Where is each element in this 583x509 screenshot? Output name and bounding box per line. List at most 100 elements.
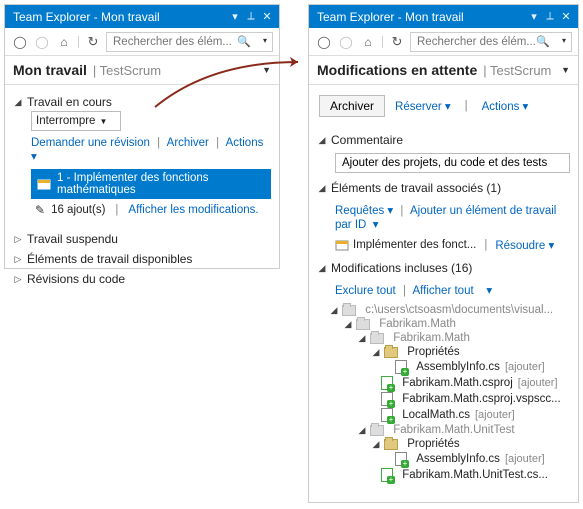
workitem-selected[interactable]: 1 - Implémenter des fonctions mathématiq… — [31, 169, 271, 199]
expand-icon — [317, 183, 327, 194]
page-header: Modifications en attente | TestScrum ▼ — [309, 56, 578, 85]
queries-link[interactable]: Requêtes ▾ — [335, 205, 393, 217]
section-head-included[interactable]: Modifications incluses (16) — [317, 259, 570, 277]
search-dropdown-icon[interactable]: ▾ — [562, 36, 566, 45]
page-title: Mon travail — [13, 62, 87, 78]
titlebar: Team Explorer - Mon travail ▾ ⟂ ✕ — [309, 5, 578, 28]
file-icon: + — [381, 392, 393, 406]
section-coderev[interactable]: Révisions du code — [11, 269, 273, 289]
home-icon[interactable]: ⌂ — [55, 33, 73, 51]
edit-icon: ✎ — [35, 203, 45, 217]
home-icon[interactable]: ⌂ — [359, 33, 377, 51]
tree-node[interactable]: Propriétés — [329, 437, 570, 451]
titlebar-text: Team Explorer - Mon travail — [313, 10, 526, 24]
reserve-link[interactable]: Réserver ▾ — [395, 99, 451, 113]
close-icon[interactable]: ✕ — [259, 10, 275, 23]
edits-row: ✎ 16 ajout(s) | Afficher les modificatio… — [31, 203, 271, 217]
left-pane: Team Explorer - Mon travail ▾ ⟂ ✕ ◯ ◯ ⌂ … — [4, 4, 280, 269]
search-wrap: 🔍 ▾ — [106, 32, 273, 52]
folder-icon — [384, 347, 398, 358]
search-icon[interactable]: 🔍 — [237, 35, 251, 48]
tree-node[interactable]: Fabrikam.Math.UnitTest — [329, 423, 570, 437]
section-available[interactable]: Éléments de travail disponibles — [11, 249, 273, 269]
section-title: Travail en cours — [27, 95, 112, 109]
header-caret-icon[interactable]: ▼ — [262, 65, 271, 75]
add-badge-icon: + — [401, 368, 409, 376]
refresh-icon[interactable]: ↻ — [84, 33, 102, 51]
csproj-file-icon: + — [381, 376, 393, 390]
page-subtitle: | TestScrum — [93, 63, 262, 78]
resolve-link[interactable]: Résoudre ▾ — [495, 238, 554, 252]
expand-icon — [343, 319, 353, 330]
archive-button[interactable]: Archiver — [319, 95, 385, 117]
exclude-all-link[interactable]: Exclure tout — [335, 285, 396, 297]
close-icon[interactable]: ✕ — [558, 10, 574, 23]
section-head-inprogress[interactable]: Travail en cours — [13, 93, 271, 111]
file-item[interactable]: + AssemblyInfo.cs[ajouter] — [329, 451, 570, 467]
section-inprogress: Travail en cours Interrompre ▼ Demander … — [11, 89, 273, 219]
add-badge-icon: + — [387, 476, 395, 484]
tree-root[interactable]: c:\users\ctsoasm\documents\visual... — [329, 303, 570, 317]
tree-node[interactable]: Fabrikam.Math — [329, 331, 570, 345]
dropdown-icon[interactable]: ▾ — [526, 10, 542, 23]
search-icon[interactable]: 🔍 — [536, 35, 550, 48]
workitem-icon — [335, 238, 349, 252]
expand-icon — [357, 425, 367, 436]
add-badge-icon: + — [387, 384, 395, 392]
titlebar-text: Team Explorer - Mon travail — [9, 10, 227, 24]
section-suspended[interactable]: Travail suspendu — [11, 229, 273, 249]
interrupt-dropdown[interactable]: Interrompre ▼ — [31, 111, 121, 131]
chevron-down-icon: ▼ — [99, 117, 107, 126]
workitem-label[interactable]: Implémenter des fonct... — [353, 239, 476, 251]
expand-icon — [13, 274, 23, 285]
show-all-link[interactable]: Afficher tout ▾ — [413, 285, 493, 297]
file-item[interactable]: + Fabrikam.Math.csproj[ajouter] — [329, 375, 570, 391]
add-badge-icon: + — [387, 400, 395, 408]
file-item[interactable]: + Fabrikam.Math.csproj.vspscc... — [329, 391, 570, 407]
expand-icon — [371, 439, 381, 450]
dropdown-label: Interrompre — [36, 115, 95, 127]
csharp-file-icon: + — [395, 360, 407, 374]
pin-icon[interactable]: ⟂ — [243, 10, 259, 23]
csharp-file-icon: + — [381, 408, 393, 422]
search-dropdown-icon[interactable]: ▾ — [263, 36, 267, 45]
archive-link[interactable]: Archiver — [167, 137, 209, 149]
tree-node[interactable]: Fabrikam.Math — [329, 317, 570, 331]
page-title: Modifications en attente — [317, 62, 477, 78]
search-wrap: 🔍 ▾ — [410, 32, 572, 52]
refresh-icon[interactable]: ↻ — [388, 33, 406, 51]
dropdown-icon[interactable]: ▾ — [227, 10, 243, 23]
folder-icon — [370, 425, 384, 436]
expand-icon — [371, 347, 381, 358]
workitem-icon — [37, 177, 51, 191]
header-caret-icon[interactable]: ▼ — [561, 65, 570, 75]
back-icon[interactable]: ◯ — [11, 33, 29, 51]
csharp-file-icon: + — [395, 452, 407, 466]
forward-icon[interactable]: ◯ — [337, 33, 355, 51]
expand-icon — [317, 263, 327, 274]
back-icon[interactable]: ◯ — [315, 33, 333, 51]
nav-toolbar: ◯ ◯ ⌂ | ↻ 🔍 ▾ — [309, 28, 578, 56]
comment-input[interactable] — [335, 153, 570, 173]
page-subtitle: | TestScrum — [483, 63, 561, 78]
actions-link[interactable]: Actions ▾ — [482, 99, 529, 113]
nav-toolbar: ◯ ◯ ⌂ | ↻ 🔍 ▾ — [5, 28, 279, 56]
file-item[interactable]: + LocalMath.cs[ajouter] — [329, 407, 570, 423]
section-title: Modifications incluses (16) — [331, 261, 472, 275]
expand-icon — [329, 305, 339, 316]
show-mods-link[interactable]: Afficher les modifications. — [128, 204, 258, 216]
titlebar: Team Explorer - Mon travail ▾ ⟂ ✕ — [5, 5, 279, 28]
section-head-associated[interactable]: Éléments de travail associés (1) — [317, 179, 570, 197]
forward-icon[interactable]: ◯ — [33, 33, 51, 51]
section-title: Commentaire — [331, 133, 403, 147]
file-item[interactable]: + Fabrikam.Math.UnitTest.cs... — [329, 467, 570, 483]
add-badge-icon: + — [387, 416, 395, 424]
request-review-link[interactable]: Demander une révision — [31, 137, 150, 149]
section-head-comment[interactable]: Commentaire — [317, 131, 570, 149]
pin-icon[interactable]: ⟂ — [542, 10, 558, 23]
add-badge-icon: + — [401, 460, 409, 468]
tree-node[interactable]: Propriétés — [329, 345, 570, 359]
folder-icon — [356, 319, 370, 330]
folder-icon — [342, 305, 356, 316]
file-item[interactable]: + AssemblyInfo.cs[ajouter] — [329, 359, 570, 375]
